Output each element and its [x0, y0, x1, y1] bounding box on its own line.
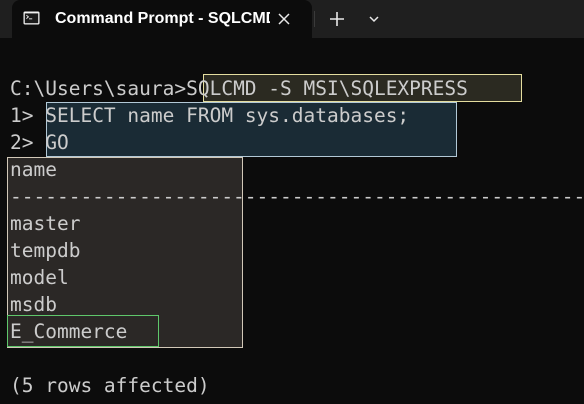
- line-number-1: 1>: [10, 104, 46, 127]
- prompt-path: C:\Users\saura>: [10, 77, 187, 100]
- chevron-down-icon[interactable]: [364, 9, 384, 29]
- terminal-output[interactable]: C:\Users\saura>SQLCMD -S MSI\SQLEXPRESS …: [0, 38, 584, 404]
- query-line-2: 2> GO: [10, 129, 69, 156]
- rows-affected: (5 rows affected): [10, 374, 210, 397]
- query-text-1: SELECT name FROM sys.databases;: [45, 104, 410, 127]
- query-text-2: GO: [45, 131, 69, 154]
- terminal-icon: [23, 11, 40, 25]
- tab-title: Command Prompt - SQLCMD: [55, 10, 270, 27]
- result-row: master: [10, 212, 81, 235]
- title-bar: Command Prompt - SQLCMD: [0, 0, 584, 38]
- result-row: model: [10, 266, 69, 289]
- prompt-line: C:\Users\saura>SQLCMD -S MSI\SQLEXPRESS: [10, 75, 468, 102]
- query-line-1: 1> SELECT name FROM sys.databases;: [10, 102, 409, 129]
- plus-icon[interactable]: [325, 7, 349, 31]
- command-text: SQLCMD -S MSI\SQLEXPRESS: [186, 77, 468, 100]
- line-number-2: 2>: [10, 131, 46, 154]
- result-row: E_Commerce: [10, 320, 128, 343]
- result-row: msdb: [10, 293, 57, 316]
- result-row: tempdb: [10, 239, 81, 262]
- tab-command-prompt[interactable]: Command Prompt - SQLCMD: [12, 0, 312, 38]
- close-icon[interactable]: [274, 9, 294, 29]
- result-separator: ----------------------------------------…: [10, 185, 584, 208]
- tab-divider: [314, 11, 315, 27]
- result-header: name: [10, 158, 57, 181]
